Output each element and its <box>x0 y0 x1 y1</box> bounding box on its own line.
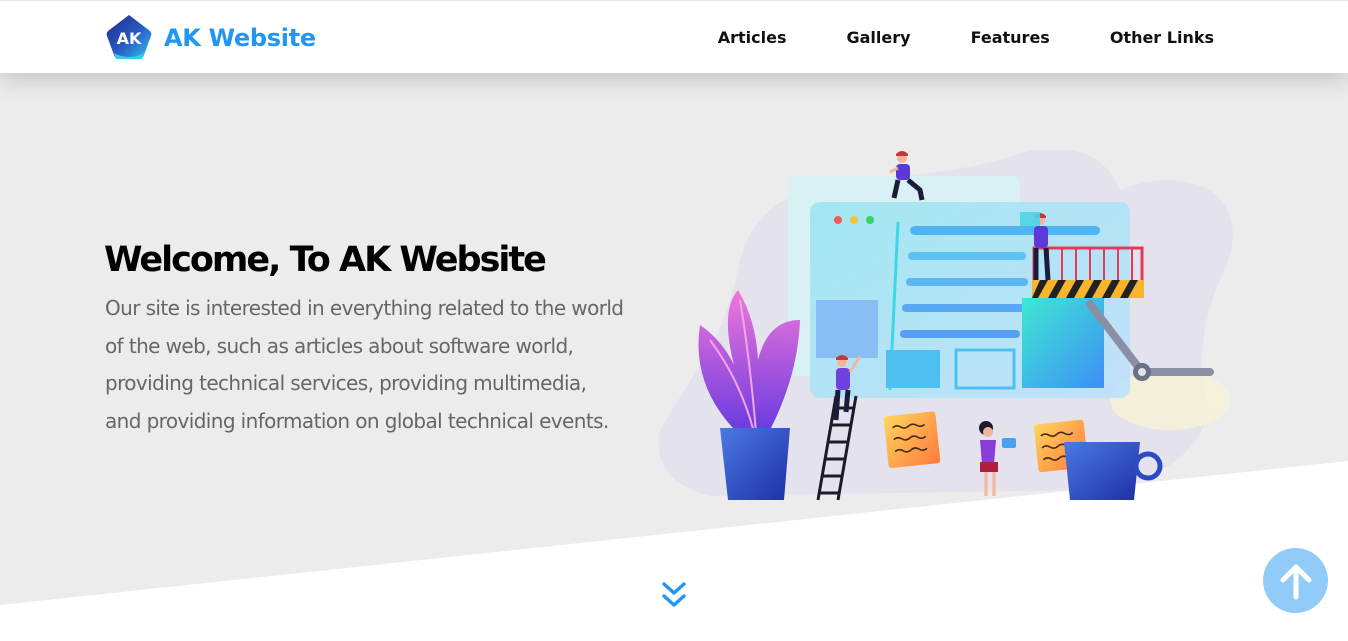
nav-link-articles[interactable]: Articles <box>718 28 787 47</box>
double-chevron-down-icon[interactable] <box>660 580 688 612</box>
arrow-up-icon <box>1280 564 1311 599</box>
svg-text:AK: AK <box>117 29 142 48</box>
hero-title: Welcome, To AK Website <box>104 240 547 280</box>
site-logo[interactable]: AK AK Website <box>104 13 316 63</box>
hero-description: Our site is interested in everything rel… <box>105 296 624 433</box>
back-to-top-button[interactable] <box>1263 548 1328 613</box>
nav-link-gallery[interactable]: Gallery <box>847 28 911 47</box>
hero-illustration <box>658 150 1233 501</box>
site-name: AK Website <box>164 24 316 52</box>
logo-mark-icon: AK <box>106 15 152 59</box>
nav-link-other-links[interactable]: Other Links <box>1110 28 1214 47</box>
main-nav: Articles Gallery Features Other Links <box>658 1 1214 74</box>
site-header: AK AK Website Articles Gallery Features … <box>0 0 1348 73</box>
nav-link-features[interactable]: Features <box>971 28 1050 47</box>
